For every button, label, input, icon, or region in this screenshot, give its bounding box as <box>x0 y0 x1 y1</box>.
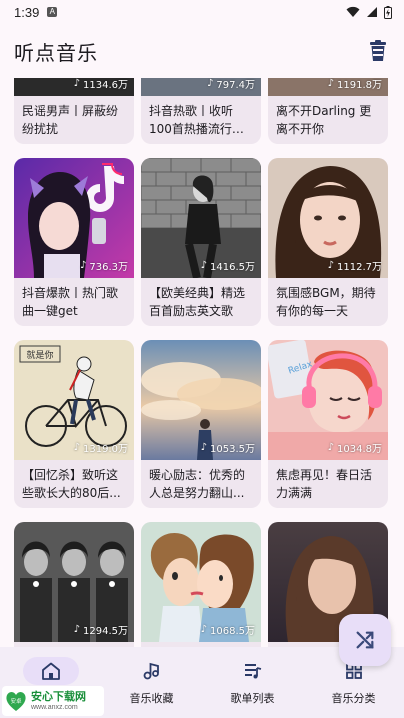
music-note-icon: ♪ <box>327 442 334 453</box>
playlist-cover-image: 就是你 ♪ 1319.0万 <box>14 340 134 460</box>
svg-text:就是你: 就是你 <box>26 349 53 361</box>
play-count: 1134.6万 <box>83 80 128 91</box>
music-note-icon: ♪ <box>200 260 207 271</box>
play-count-badge: ♪ 1112.7万 <box>328 258 382 273</box>
watermark-logo: 安卓 <box>6 692 26 711</box>
music-note-icon: ♪ <box>73 78 80 89</box>
playlist-icon <box>244 664 261 679</box>
status-bar: 1:39 A <box>0 0 404 24</box>
music-note-icon: ♪ <box>327 260 334 271</box>
app-title: 听点音乐 <box>14 40 98 65</box>
playlist-cover-image: ♪ 797.4万 <box>141 78 261 96</box>
play-count: 1034.8万 <box>337 444 382 455</box>
status-icons <box>346 5 392 19</box>
playlist-card[interactable]: ♪ 1294.5万 <box>14 522 134 647</box>
playlist-cover-image: ♪ 736.3万 <box>14 158 134 278</box>
music-note-icon: ♪ <box>200 624 207 635</box>
shuffle-icon <box>356 631 374 649</box>
playlist-title: 暖心励志：优秀的人总是努力翻山... <box>149 468 246 500</box>
wifi-icon <box>346 6 360 17</box>
play-count-badge: ♪ 1034.8万 <box>328 440 382 455</box>
play-count: 736.3万 <box>89 262 128 273</box>
sim-indicator-icon: A <box>47 7 58 17</box>
watermark: 安卓 安心下载网 www.anxz.com <box>2 686 104 716</box>
play-count: 1112.7万 <box>337 262 382 273</box>
watermark-badge: 安卓 <box>10 697 22 705</box>
status-time: 1:39 <box>14 4 40 20</box>
playlist-title: 抖音爆款丨热门歌曲一键get <box>22 286 119 318</box>
play-count-badge: ♪ 1053.5万 <box>201 440 255 455</box>
signal-icon <box>367 7 377 17</box>
playlist-title: 离不开Darling 更离不开你 <box>276 104 372 136</box>
trash-can-icon[interactable] <box>366 39 390 63</box>
playlist-title: 抖音热歌丨收听100首热播流行单... <box>149 104 234 136</box>
nav-label-favorites: 音乐收藏 <box>129 692 174 705</box>
playlist-title: 焦虑再见！春日活力满满 <box>276 468 373 500</box>
playlist-cover-image: ♪ 1191.8万 <box>268 78 388 96</box>
play-count: 1416.5万 <box>210 262 255 273</box>
watermark-url: www.anxz.com <box>31 704 78 711</box>
home-icon <box>41 662 60 680</box>
music-note-icon: ♪ <box>73 624 80 635</box>
playlist-cover-image: ♪ 1053.5万 <box>141 340 261 460</box>
music-note-icon: ♪ <box>79 260 87 271</box>
play-count: 797.4万 <box>216 80 255 91</box>
playlist-title: 【回忆杀】致听这些歌长大的80后... <box>22 468 121 500</box>
playlist-card[interactable]: Relax ♪ 1034.8万焦虑再见！春日活力满满 <box>268 340 388 508</box>
playlist-card[interactable]: 就是你 ♪ 1319.0万【回忆杀】致听这些歌长大的80后... <box>14 340 134 508</box>
music-note-icon: ♪ <box>206 78 214 89</box>
playlist-cover-image: ♪ 1112.7万 <box>268 158 388 278</box>
playlist-card[interactable]: ♪ 1112.7万氛围感BGM，期待有你的每一天 <box>268 158 388 326</box>
play-count-badge: ♪ 1191.8万 <box>328 78 382 91</box>
play-count: 1294.5万 <box>83 626 128 637</box>
playlist-cover-image: Relax ♪ 1034.8万 <box>268 340 388 460</box>
music-note-icon: ♪ <box>73 442 80 453</box>
playlist-card[interactable]: ♪ 1191.8万离不开Darling 更离不开你 <box>268 78 388 144</box>
playlist-cover-image: ♪ 1134.6万 <box>14 78 134 96</box>
play-count: 1068.5万 <box>210 626 255 637</box>
play-count-badge: ♪ 1294.5万 <box>74 622 128 637</box>
battery-icon <box>384 5 392 19</box>
play-count-badge: ♪ 1134.6万 <box>74 78 128 91</box>
music-note-icon <box>143 662 159 680</box>
shuffle-button[interactable] <box>339 614 391 666</box>
nav-item-playlists[interactable]: 歌单列表 <box>202 647 303 718</box>
nav-label-playlists: 歌单列表 <box>230 692 275 705</box>
app-bar: 听点音乐 <box>0 24 404 78</box>
nav-item-favorites[interactable]: 音乐收藏 <box>101 647 202 718</box>
play-count-badge: ♪ 1068.5万 <box>201 622 255 637</box>
playlist-grid-viewport[interactable]: ♪ 1134.6万 民谣男声丨屏蔽纷纷扰扰 ♪ 797.4万 抖音热歌丨收听100首热播流… <box>0 78 404 647</box>
play-count: 1319.0万 <box>83 444 128 455</box>
playlist-title: 氛围感BGM，期待有你的每一天 <box>276 286 376 318</box>
nav-label-categories: 音乐分类 <box>331 692 376 705</box>
playlist-cover-image: ♪ 1294.5万 <box>14 522 134 642</box>
music-note-icon: ♪ <box>327 78 334 89</box>
play-count: 1053.5万 <box>210 444 255 455</box>
playlist-card[interactable]: ♪ 1416.5万【欧美经典】精选百首励志英文歌 <box>141 158 261 326</box>
playlist-title: 民谣男声丨屏蔽纷纷扰扰 <box>22 104 119 136</box>
playlist-card[interactable]: ♪797.4万抖音热歌丨收听100首热播流行单... <box>141 78 261 144</box>
playlist-card[interactable]: ♪ 1068.5万 <box>141 522 261 647</box>
playlist-title: 【欧美经典】精选百首励志英文歌 <box>149 286 246 318</box>
playlist-cover-image: ♪ 1416.5万 <box>141 158 261 278</box>
playlist-card[interactable]: ♪ 1053.5万暖心励志：优秀的人总是努力翻山... <box>141 340 261 508</box>
playlist-card[interactable]: ♪ 736.3万抖音爆款丨热门歌曲一键get <box>14 158 134 326</box>
play-count-badge: ♪ 797.4万 <box>207 78 255 91</box>
music-note-icon: ♪ <box>200 442 207 453</box>
play-count-badge: ♪ 1416.5万 <box>201 258 255 273</box>
watermark-title: 安心下载网 <box>31 690 86 703</box>
playlist-card[interactable]: ♪ 1134.6万民谣男声丨屏蔽纷纷扰扰 <box>14 78 134 144</box>
playlist-grid: ♪ 1134.6万 民谣男声丨屏蔽纷纷扰扰 ♪ 797.4万 抖音热歌丨收听100首热播流… <box>14 78 394 647</box>
play-count-badge: ♪ 1319.0万 <box>74 440 128 455</box>
play-count-badge: ♪ 736.3万 <box>80 258 128 273</box>
playlist-cover-image: ♪ 1068.5万 <box>141 522 261 642</box>
play-count: 1191.8万 <box>337 80 382 91</box>
